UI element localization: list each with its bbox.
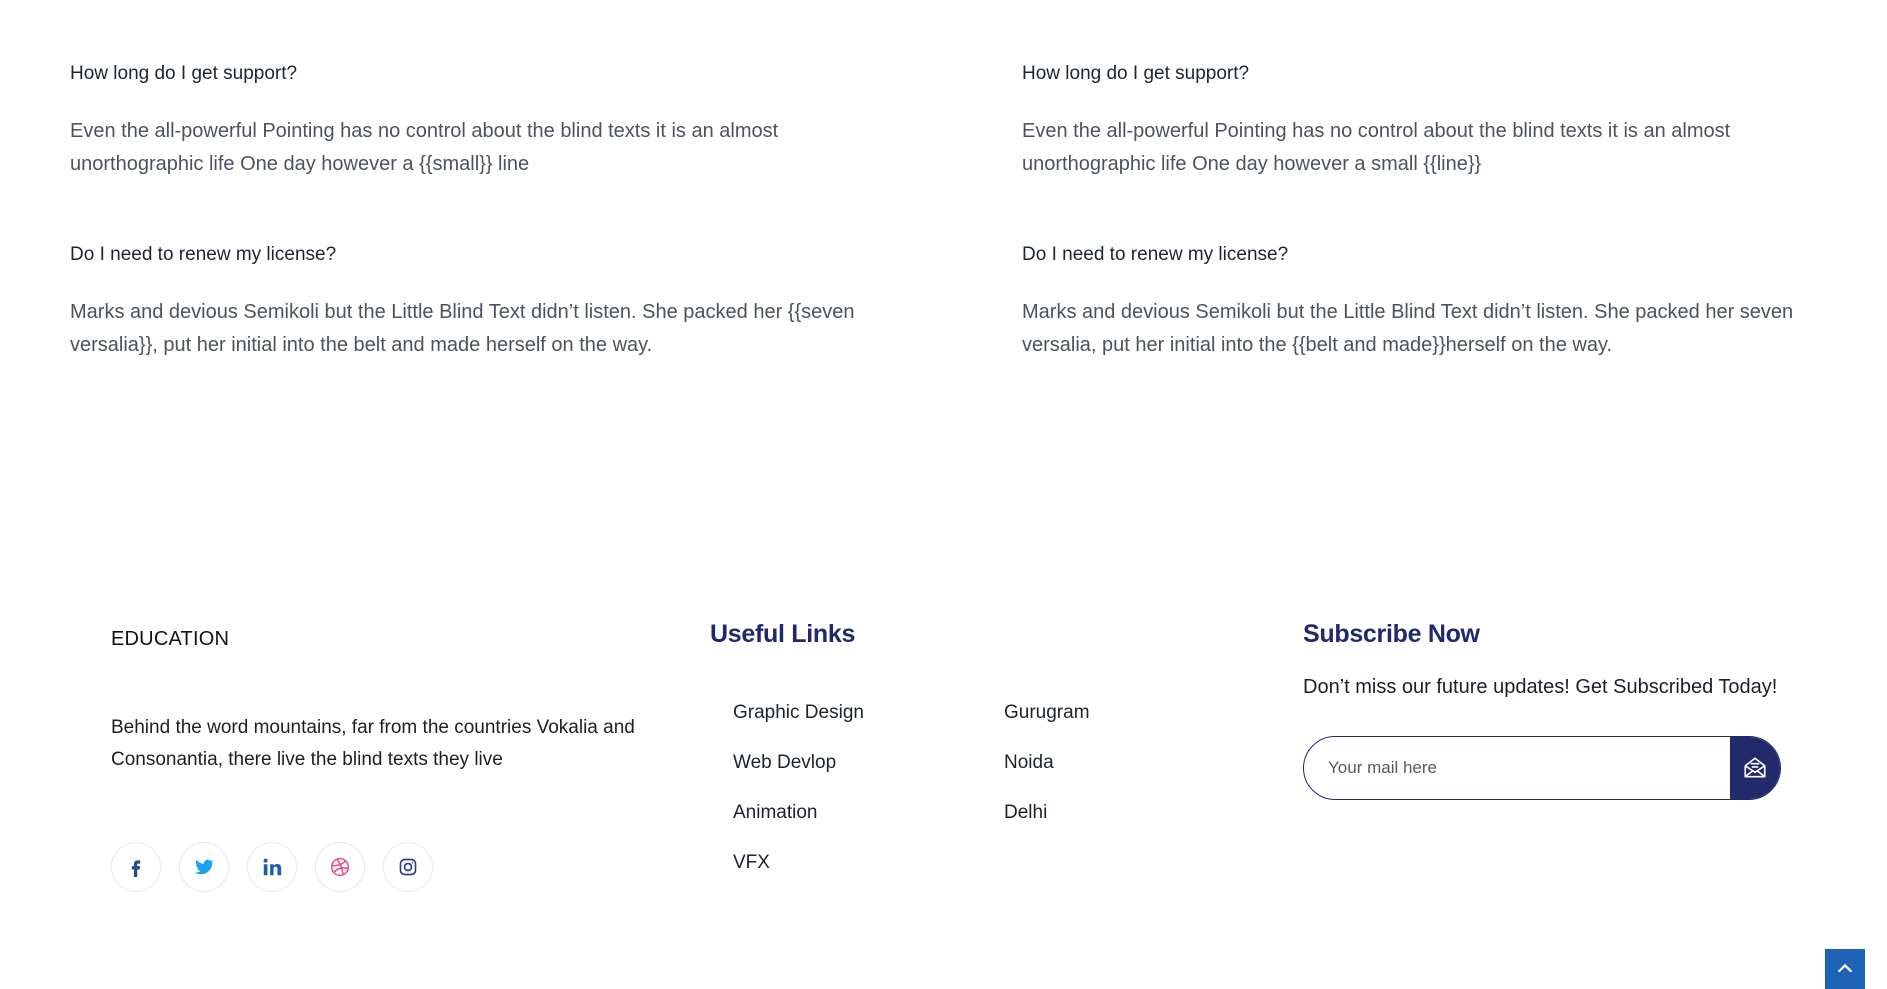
dribbble-icon [330, 857, 350, 877]
subscribe-button[interactable] [1730, 737, 1780, 799]
footer-link-animation[interactable]: Animation [733, 802, 864, 852]
linkedin-link[interactable] [247, 842, 297, 892]
subscribe-form [1303, 736, 1781, 800]
twitter-icon [194, 859, 215, 875]
dribbble-link[interactable] [315, 842, 365, 892]
subscribe-description: Don’t miss our future updates! Get Subsc… [1303, 676, 1778, 698]
useful-links-column-2: Gurugram Noida Delhi [1004, 702, 1090, 852]
footer: EDUCATION Behind the word mountains, far… [0, 600, 1887, 981]
footer-brand-description: Behind the word mountains, far from the … [111, 717, 635, 770]
footer-link-noida[interactable]: Noida [1004, 752, 1090, 802]
faq-answer: Marks and devious Semikoli but the Littl… [70, 301, 855, 356]
linkedin-icon [263, 858, 282, 876]
faq-question: Do I need to renew my license? [1022, 244, 1289, 265]
subscribe-email-input[interactable] [1304, 737, 1730, 799]
useful-links-heading: Useful Links [710, 620, 856, 648]
footer-brand[interactable]: EDUCATION [111, 628, 229, 651]
facebook-link[interactable] [111, 842, 161, 892]
faq-question: How long do I get support? [70, 63, 298, 84]
envelope-icon [1744, 757, 1766, 778]
footer-link-graphic-design[interactable]: Graphic Design [733, 702, 864, 752]
faq-answer: Marks and devious Semikoli but the Littl… [1022, 301, 1794, 356]
footer-link-web-devlop[interactable]: Web Devlop [733, 752, 864, 802]
scroll-to-top-button[interactable] [1825, 949, 1865, 989]
faq-answer: Even the all-powerful Pointing has no co… [70, 120, 779, 175]
subscribe-heading: Subscribe Now [1303, 620, 1480, 648]
faq-answer: Even the all-powerful Pointing has no co… [1022, 120, 1731, 175]
faq-question: How long do I get support? [1022, 63, 1250, 84]
instagram-icon [399, 858, 417, 876]
faq-question: Do I need to renew my license? [70, 244, 337, 265]
footer-link-delhi[interactable]: Delhi [1004, 802, 1090, 852]
social-links [111, 842, 433, 892]
footer-link-gurugram[interactable]: Gurugram [1004, 702, 1090, 752]
instagram-link[interactable] [383, 842, 433, 892]
twitter-link[interactable] [179, 842, 229, 892]
facebook-icon [131, 860, 141, 877]
chevron-up-icon [1837, 963, 1853, 973]
useful-links-column-1: Graphic Design Web Devlop Animation VFX [733, 702, 864, 902]
footer-link-vfx[interactable]: VFX [733, 852, 864, 902]
